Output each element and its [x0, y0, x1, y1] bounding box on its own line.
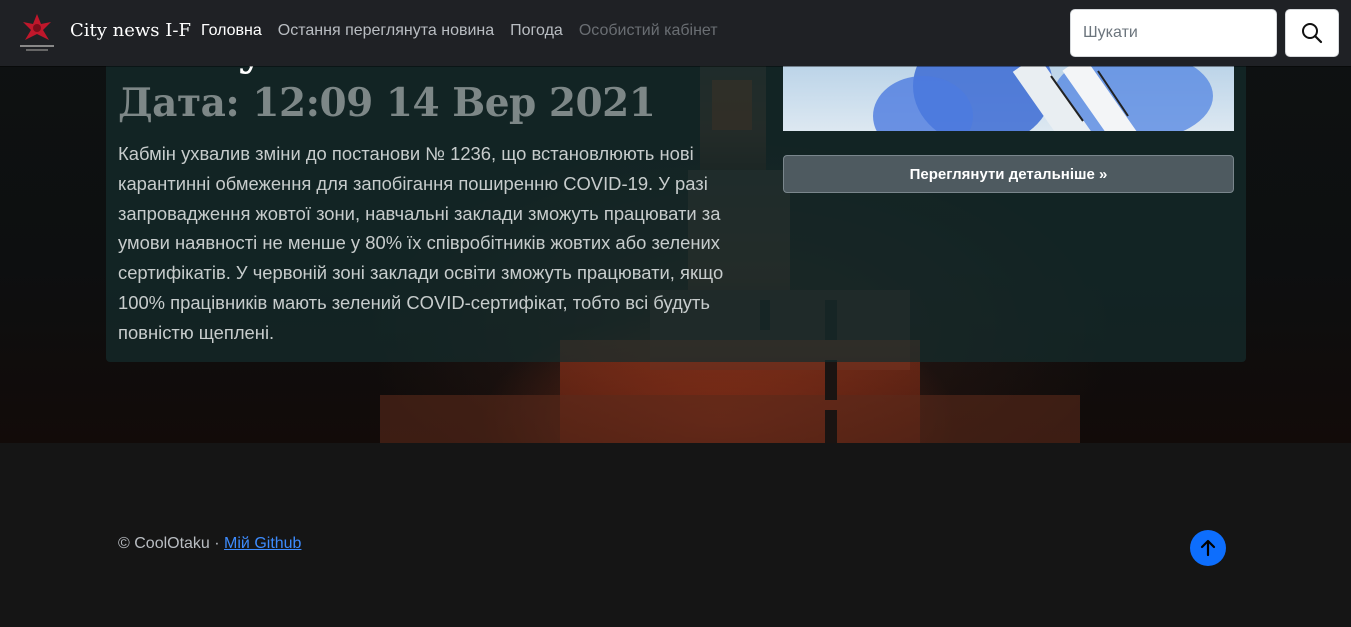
main-nav: Головна Остання переглянута новина Погод… — [201, 22, 718, 40]
view-details-button[interactable]: Переглянути детальніше » — [783, 155, 1234, 193]
search-input[interactable] — [1070, 9, 1277, 57]
nav-link-home[interactable]: Головна — [201, 22, 262, 40]
footer: © CoolOtaku · Мій Github — [118, 535, 301, 553]
back-to-top-button[interactable] — [1190, 530, 1226, 566]
nav-link-account: Особистий кабінет — [578, 22, 718, 39]
brand-title[interactable]: City news I-F — [70, 20, 191, 41]
search-icon — [1302, 23, 1323, 44]
city-logo-icon[interactable] — [14, 11, 60, 53]
nav-link-last-viewed[interactable]: Остання переглянута новина — [278, 22, 494, 40]
article-image — [783, 66, 1234, 131]
github-link[interactable]: Мій Github — [224, 535, 301, 552]
search-button[interactable] — [1285, 9, 1339, 57]
nav-link-weather[interactable]: Погода — [510, 22, 563, 40]
vaccine-syringe-image — [873, 66, 1213, 131]
arrow-up-icon — [1200, 539, 1216, 557]
footer-copyright: © CoolOtaku · — [118, 535, 225, 552]
article-summary: Кабмін ухвалив зміни до постанови № 1236… — [118, 143, 724, 343]
article-date: Дата: 12:09 14 Вер 2021 — [118, 80, 656, 126]
navbar: City news I-F Головна Остання переглянут… — [0, 0, 1351, 66]
